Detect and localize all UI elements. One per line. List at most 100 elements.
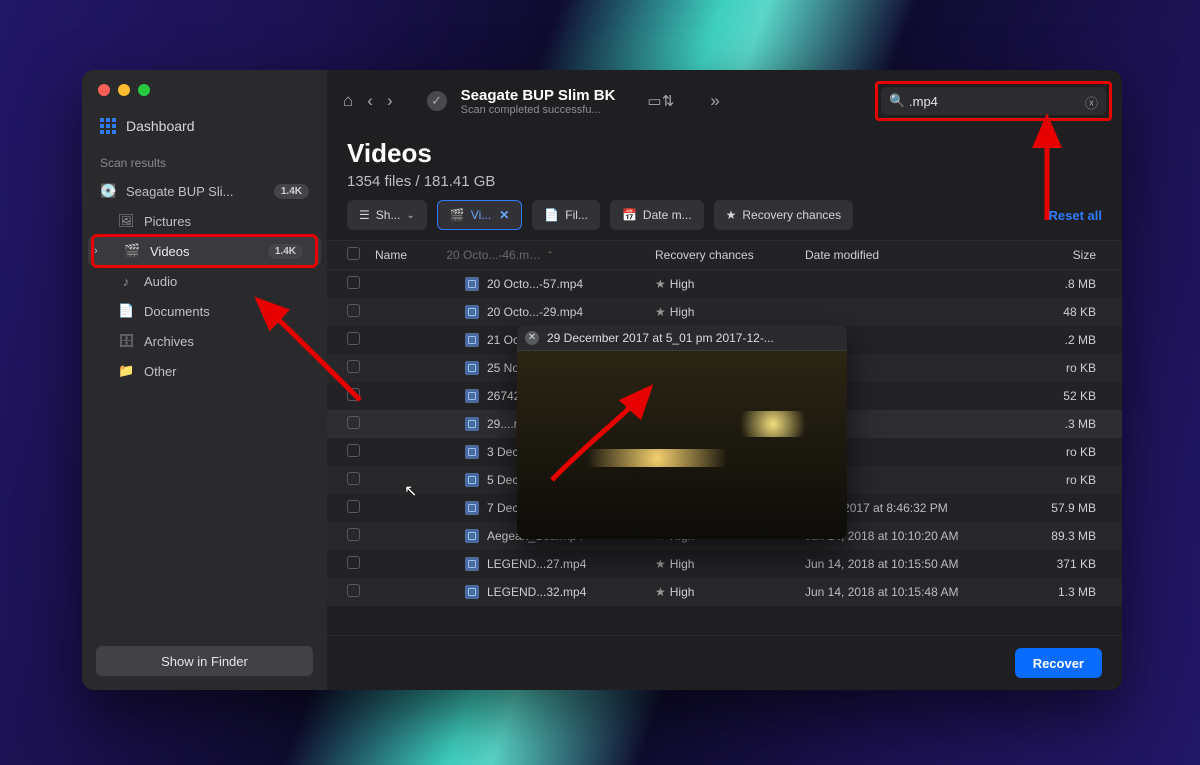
clear-search-icon[interactable]: ⓧ: [1085, 93, 1098, 112]
row-checkbox[interactable]: [347, 360, 360, 373]
calendar-icon: 📅: [622, 208, 637, 222]
sidebar-item-icon: 🖼: [118, 213, 134, 229]
video-file-icon: [465, 473, 479, 487]
mouse-cursor-icon: ↖: [404, 481, 417, 501]
sidebar-item-documents[interactable]: 📄 Documents: [82, 296, 327, 326]
more-icon[interactable]: »: [710, 91, 719, 111]
video-file-icon: [465, 501, 479, 515]
file-size: ro KB: [1051, 445, 1102, 459]
file-name: 20 Octo...-57.mp4: [487, 277, 583, 291]
close-preview-icon[interactable]: ✕: [525, 331, 539, 345]
video-file-icon: [465, 277, 479, 291]
sidebar-item-badge: 1.4K: [268, 244, 303, 259]
recovery-filter[interactable]: ★Recovery chances: [714, 200, 853, 230]
row-checkbox[interactable]: [347, 500, 360, 513]
back-icon[interactable]: ‹: [367, 91, 373, 111]
recovery-chance: High: [670, 305, 695, 319]
search-wrapper: 🔍 ⓧ: [881, 87, 1106, 115]
col-recovery[interactable]: Recovery chances: [655, 248, 805, 262]
date-modified: Jun 14, 2018 at 10:15:48 AM: [805, 585, 1051, 599]
page-title: Videos: [347, 138, 1102, 169]
dashboard-label: Dashboard: [126, 118, 195, 134]
search-input[interactable]: [881, 87, 1106, 115]
reset-filters[interactable]: Reset all: [1049, 208, 1102, 223]
row-checkbox[interactable]: [347, 556, 360, 569]
show-filter[interactable]: ☰Sh...⌄: [347, 200, 427, 230]
sidebar-item-seagate-bup-sli-[interactable]: 💽Seagate BUP Sli...1.4K: [82, 176, 327, 206]
close-icon[interactable]: ✕: [499, 208, 509, 222]
sidebar-item-audio[interactable]: ♪ Audio: [82, 266, 327, 296]
row-checkbox[interactable]: [347, 388, 360, 401]
sidebar-item-pictures[interactable]: 🖼Pictures: [82, 206, 327, 236]
row-checkbox[interactable]: [347, 444, 360, 457]
file-size: .8 MB: [1051, 277, 1102, 291]
sidebar-item-label: Archives: [144, 334, 194, 349]
folder-switch-icon[interactable]: ▭ ⇅: [647, 92, 672, 110]
file-size: 1.3 MB: [1051, 585, 1102, 599]
sidebar-item-icon: 🗄: [118, 333, 134, 349]
sidebar-item-other[interactable]: 📁 Other: [82, 356, 327, 386]
page-stats: 1354 files / 181.41 GB: [347, 173, 1102, 190]
preview-title: 29 December 2017 at 5_01 pm 2017-12-...: [547, 331, 774, 345]
file-size: .3 MB: [1051, 417, 1102, 431]
search-icon: 🔍: [889, 93, 905, 109]
chevron-right-icon: ›: [94, 245, 98, 257]
select-all-checkbox[interactable]: [347, 247, 360, 260]
row-checkbox[interactable]: [347, 416, 360, 429]
table-row[interactable]: 20 Octo...-57.mp4★High.8 MB: [327, 270, 1122, 298]
table-row[interactable]: LEGEND...32.mp4★HighJun 14, 2018 at 10:1…: [327, 578, 1122, 606]
filename-filter[interactable]: 📄Fil...: [532, 200, 600, 230]
sidebar-item-icon: ♪: [118, 274, 134, 289]
home-icon[interactable]: ⌂: [343, 91, 353, 111]
row-checkbox[interactable]: [347, 304, 360, 317]
row-checkbox[interactable]: [347, 528, 360, 541]
star-icon: ★: [726, 208, 737, 222]
row-checkbox[interactable]: [347, 472, 360, 485]
file-name: LEGEND...32.mp4: [487, 585, 586, 599]
row-checkbox[interactable]: [347, 332, 360, 345]
video-file-icon: [465, 361, 479, 375]
forward-icon[interactable]: ›: [387, 91, 393, 111]
sidebar: Dashboard Scan results 💽Seagate BUP Sli.…: [82, 70, 327, 690]
preview-thumbnail: [517, 351, 847, 539]
col-size[interactable]: Size: [1051, 248, 1102, 262]
star-icon: ★: [655, 557, 666, 571]
video-filter[interactable]: 🎬Vi...✕: [437, 200, 522, 230]
file-size: ro KB: [1051, 473, 1102, 487]
video-file-icon: [465, 557, 479, 571]
file-size: .2 MB: [1051, 333, 1102, 347]
file-name: LEGEND...27.mp4: [487, 557, 586, 571]
video-file-icon: [465, 417, 479, 431]
dashboard-link[interactable]: Dashboard: [100, 118, 327, 134]
table-header: Name 20 Octo...-46.m… ˆ Recovery chances…: [327, 240, 1122, 270]
col-date[interactable]: Date modified: [805, 248, 1051, 262]
recovery-chance: High: [670, 557, 695, 571]
film-icon: 🎬: [450, 208, 465, 222]
maximize-window-icon[interactable]: [138, 84, 150, 96]
row-checkbox[interactable]: [347, 276, 360, 289]
col-name[interactable]: Name 20 Octo...-46.m… ˆ: [375, 248, 655, 262]
sidebar-item-icon: 📄: [118, 303, 134, 319]
minimize-window-icon[interactable]: [118, 84, 130, 96]
table-row[interactable]: LEGEND...27.mp4★HighJun 14, 2018 at 10:1…: [327, 550, 1122, 578]
show-in-finder-button[interactable]: Show in Finder: [96, 646, 313, 676]
document-icon: 📄: [544, 208, 559, 222]
sidebar-item-icon: 📁: [118, 363, 134, 379]
sidebar-item-label: Documents: [144, 304, 210, 319]
sidebar-item-label: Other: [144, 364, 177, 379]
sidebar-item-label: Audio: [144, 274, 177, 289]
row-checkbox[interactable]: [347, 584, 360, 597]
recover-button[interactable]: Recover: [1015, 648, 1102, 678]
close-window-icon[interactable]: [98, 84, 110, 96]
sliders-icon: ☰: [359, 208, 370, 222]
sidebar-item-videos[interactable]: ›🎬Videos1.4K: [88, 236, 321, 266]
sidebar-item-icon: 🎬: [124, 243, 140, 259]
table-row[interactable]: 20 Octo...-29.mp4★High48 KB: [327, 298, 1122, 326]
date-filter[interactable]: 📅Date m...: [610, 200, 704, 230]
sidebar-item-archives[interactable]: 🗄 Archives: [82, 326, 327, 356]
file-size: ro KB: [1051, 361, 1102, 375]
video-file-icon: [465, 333, 479, 347]
sidebar-section-label: Scan results: [100, 156, 327, 170]
recovery-chance: High: [670, 585, 695, 599]
chevron-down-icon: ⌄: [406, 210, 414, 221]
